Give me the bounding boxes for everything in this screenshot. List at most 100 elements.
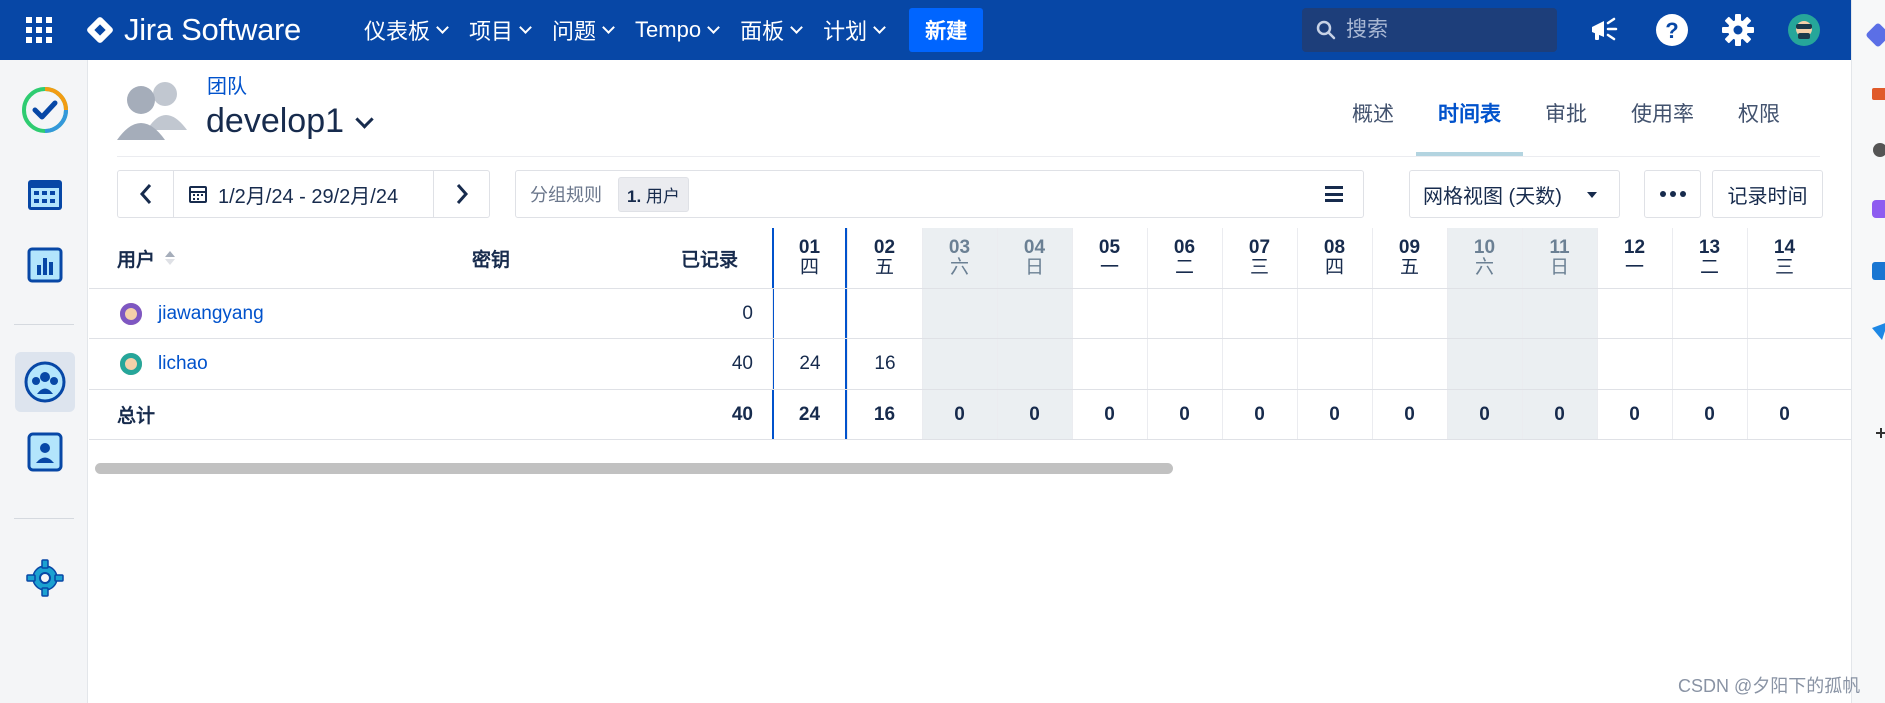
- day-cell[interactable]: [1147, 339, 1222, 389]
- day-cell[interactable]: [997, 339, 1072, 389]
- day-header[interactable]: 07 三: [1222, 228, 1297, 288]
- team-selector[interactable]: develop1: [206, 102, 374, 141]
- day-cell[interactable]: [1522, 289, 1597, 338]
- day-header[interactable]: 11 日: [1522, 228, 1597, 288]
- tab-permissions[interactable]: 权限: [1716, 88, 1802, 156]
- day-number: 09: [1398, 237, 1421, 258]
- tab-overview[interactable]: 概述: [1330, 88, 1416, 156]
- user-cell: lichao: [120, 339, 208, 389]
- total-logged: 40: [731, 403, 753, 425]
- day-cell[interactable]: [1672, 289, 1747, 338]
- chevron-down-icon: [519, 20, 532, 34]
- day-header[interactable]: 02 五: [847, 228, 922, 288]
- hamburger-menu-icon[interactable]: [1325, 186, 1343, 202]
- grouping-chip-number: 1.: [627, 186, 642, 206]
- tab-utilization[interactable]: 使用率: [1609, 88, 1716, 156]
- day-cell[interactable]: [1297, 289, 1372, 338]
- day-of-week: 二: [1699, 257, 1719, 278]
- search-input[interactable]: [1346, 18, 1536, 42]
- day-header[interactable]: 01 四: [772, 228, 847, 288]
- day-cell[interactable]: [1672, 339, 1747, 389]
- day-cell[interactable]: [1072, 339, 1147, 389]
- day-total: 0: [1254, 403, 1265, 425]
- day-cell[interactable]: [1447, 289, 1522, 338]
- day-cell[interactable]: [1372, 339, 1447, 389]
- nav-item-boards[interactable]: 面板: [729, 8, 812, 52]
- day-cell[interactable]: 16: [847, 339, 922, 389]
- nav-item-label: 问题: [552, 19, 597, 44]
- sidebar-divider: [14, 518, 74, 519]
- log-time-button[interactable]: 记录时间: [1712, 170, 1823, 218]
- day-cell[interactable]: [1447, 339, 1522, 389]
- day-cell[interactable]: [997, 289, 1072, 338]
- calendar-icon[interactable]: [15, 164, 75, 224]
- day-cell[interactable]: [1597, 339, 1672, 389]
- teams-icon[interactable]: [15, 352, 75, 412]
- tab-approvals[interactable]: 审批: [1523, 88, 1609, 156]
- nav-item-dashboards[interactable]: 仪表板: [353, 8, 458, 52]
- table-header-row: 用户 密钥 已记录 01 四 02 五 03 六 04 日 05 一 06 二 07 三 08 四 09 五 10 六 11 日…: [89, 228, 1851, 289]
- breadcrumb-teams[interactable]: 团队: [207, 70, 247, 99]
- day-header[interactable]: 05 一: [1072, 228, 1147, 288]
- day-header[interactable]: 09 五: [1372, 228, 1447, 288]
- day-cell[interactable]: [1222, 339, 1297, 389]
- profile-card-icon[interactable]: [15, 422, 75, 482]
- day-cell[interactable]: [1522, 339, 1597, 389]
- day-cell[interactable]: [1222, 289, 1297, 338]
- day-cell[interactable]: [922, 339, 997, 389]
- column-header-user[interactable]: 用户: [117, 228, 176, 288]
- day-cell[interactable]: [1297, 339, 1372, 389]
- day-cell[interactable]: 24: [772, 339, 847, 389]
- nav-item-issues[interactable]: 问题: [541, 8, 624, 52]
- day-header[interactable]: 04 日: [997, 228, 1072, 288]
- tab-timesheet[interactable]: 时间表: [1416, 88, 1523, 156]
- day-cell[interactable]: [772, 289, 847, 338]
- day-cell[interactable]: [1597, 289, 1672, 338]
- grouping-chip-text: 用户: [645, 186, 680, 206]
- previous-period-button[interactable]: [118, 171, 173, 217]
- timesheet-grid: 用户 密钥 已记录 01 四 02 五 03 六 04 日 05 一 06 二 07 三 08 四 09 五 10 六 11 日…: [89, 228, 1851, 454]
- reports-chart-icon[interactable]: [15, 235, 75, 295]
- day-total: 0: [1029, 403, 1040, 425]
- day-cell[interactable]: [1747, 289, 1822, 338]
- day-header[interactable]: 03 六: [922, 228, 997, 288]
- settings-cog-icon[interactable]: [15, 548, 75, 608]
- day-header[interactable]: 08 四: [1297, 228, 1372, 288]
- day-cell[interactable]: [1072, 289, 1147, 338]
- day-cell[interactable]: [922, 289, 997, 338]
- grouping-bar: 分组规则 1. 用户: [515, 170, 1364, 218]
- search-box[interactable]: [1302, 8, 1557, 52]
- jira-logo[interactable]: Jira Software: [85, 12, 301, 48]
- user-link[interactable]: lichao: [158, 353, 208, 375]
- day-cell[interactable]: [1147, 289, 1222, 338]
- horizontal-scrollbar[interactable]: [95, 463, 1173, 474]
- notifications-megaphone-icon[interactable]: [1586, 12, 1622, 48]
- date-range-picker[interactable]: 1/2月/24 - 29/2月/24: [173, 171, 434, 217]
- nav-item-plans[interactable]: 计划: [812, 8, 895, 52]
- grouping-chip-user[interactable]: 1. 用户: [618, 176, 689, 212]
- next-period-button[interactable]: [434, 171, 489, 217]
- view-mode-select[interactable]: 网格视图 (天数): [1409, 170, 1620, 218]
- day-of-week: 六: [1474, 257, 1494, 278]
- column-header-key[interactable]: 密钥: [472, 228, 510, 288]
- day-cell[interactable]: [1747, 339, 1822, 389]
- more-actions-button[interactable]: [1644, 170, 1701, 218]
- day-header[interactable]: 14 三: [1747, 228, 1822, 288]
- day-of-week: 一: [1099, 257, 1119, 278]
- app-switcher-icon[interactable]: [22, 13, 56, 47]
- user-link[interactable]: jiawangyang: [158, 303, 264, 325]
- day-cell[interactable]: [847, 289, 922, 338]
- column-header-logged[interactable]: 已记录: [681, 228, 738, 288]
- help-icon[interactable]: ?: [1654, 12, 1690, 48]
- day-header[interactable]: 13 二: [1672, 228, 1747, 288]
- tempo-logo-icon[interactable]: [15, 80, 75, 140]
- nav-item-projects[interactable]: 项目: [458, 8, 541, 52]
- day-header[interactable]: 12 一: [1597, 228, 1672, 288]
- day-header[interactable]: 10 六: [1447, 228, 1522, 288]
- create-button[interactable]: 新建: [909, 8, 984, 52]
- day-cell[interactable]: [1372, 289, 1447, 338]
- user-avatar[interactable]: [1786, 12, 1822, 48]
- day-header[interactable]: 06 二: [1147, 228, 1222, 288]
- settings-gear-icon[interactable]: [1720, 12, 1756, 48]
- nav-item-tempo[interactable]: Tempo: [624, 8, 729, 52]
